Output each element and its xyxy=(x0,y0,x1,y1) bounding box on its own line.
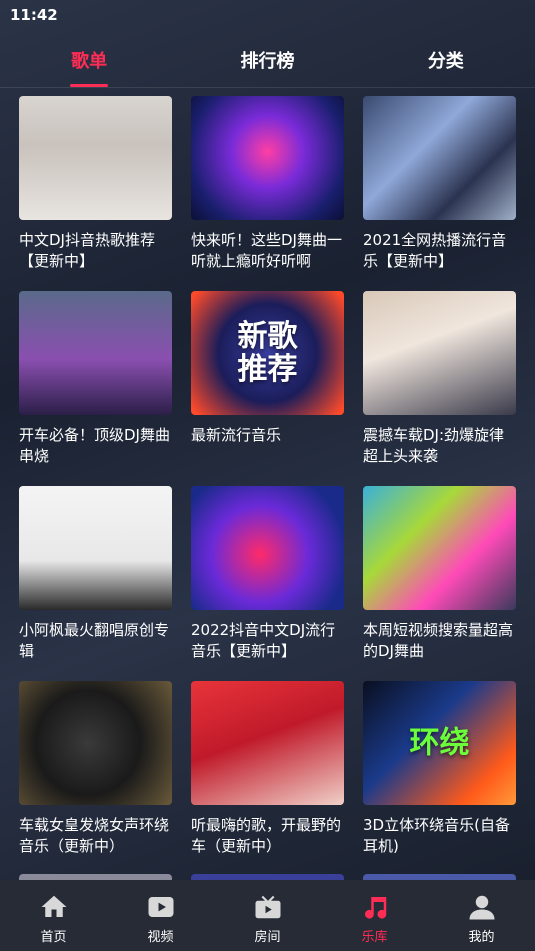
top-tabs: 歌单 排行榜 分类 xyxy=(0,36,535,88)
status-bar: 11:42 xyxy=(0,0,535,30)
playlist-card[interactable]: 震撼车载DJ:劲爆旋律超上头来袭 xyxy=(363,291,516,486)
playlist-cover[interactable] xyxy=(363,486,516,610)
cover-text: 环绕 xyxy=(409,725,470,761)
room-icon xyxy=(255,895,280,919)
playlist-title[interactable]: 最新流行音乐 xyxy=(191,425,344,469)
playlist-cover[interactable]: 新歌推荐 xyxy=(191,291,344,415)
playlist-card[interactable]: 新歌推荐 最新流行音乐 xyxy=(191,291,344,486)
tab-categories[interactable]: 分类 xyxy=(386,36,506,88)
playlist-card[interactable]: 本周短视频搜索量超高的DJ舞曲 xyxy=(363,486,516,681)
playlist-cover[interactable] xyxy=(19,291,172,415)
playlist-cover[interactable] xyxy=(363,96,516,220)
nav-label: 房间 xyxy=(254,930,281,945)
video-icon xyxy=(148,897,173,917)
playlist-title[interactable]: 开车必备！顶级DJ舞曲串烧 xyxy=(19,425,172,469)
music-note-icon xyxy=(364,897,386,919)
nav-label: 视频 xyxy=(147,930,174,945)
nav-home[interactable]: 首页 xyxy=(9,880,99,945)
playlist-card[interactable]: 听最嗨的歌，开最野的车（更新中） xyxy=(191,681,344,876)
playlist-card[interactable]: 快来听！这些DJ舞曲一听就上瘾听好听啊 xyxy=(191,96,344,291)
nav-room[interactable]: 房间 xyxy=(223,880,313,945)
playlist-title[interactable]: 震撼车载DJ:劲爆旋律超上头来袭 xyxy=(363,425,516,469)
nav-label: 乐库 xyxy=(361,930,388,945)
bottom-nav: 首页 视频 房间 乐库 我的 xyxy=(0,880,535,951)
playlist-cover[interactable] xyxy=(19,681,172,805)
playlist-grid: 中文DJ抖音热歌推荐【更新中】 快来听！这些DJ舞曲一听就上瘾听好听啊 2021… xyxy=(0,96,535,876)
playlist-cover[interactable] xyxy=(363,291,516,415)
user-icon xyxy=(469,895,494,920)
home-icon xyxy=(41,895,66,917)
playlist-title[interactable]: 小阿枫最火翻唱原创专辑 xyxy=(19,620,172,664)
playlist-cover[interactable] xyxy=(19,486,172,610)
status-time: 11:42 xyxy=(10,6,58,24)
nav-profile[interactable]: 我的 xyxy=(437,880,527,945)
playlist-title[interactable]: 2021全网热播流行音乐【更新中】 xyxy=(363,230,516,274)
playlist-card[interactable]: 2021全网热播流行音乐【更新中】 xyxy=(363,96,516,291)
playlist-card[interactable]: 开车必备！顶级DJ舞曲串烧 xyxy=(19,291,172,486)
playlist-card[interactable]: 车载女皇发烧女声环绕音乐（更新中） xyxy=(19,681,172,876)
cover-text: 新歌推荐 xyxy=(237,319,298,387)
playlist-title[interactable]: 听最嗨的歌，开最野的车（更新中） xyxy=(191,815,344,859)
playlist-title[interactable]: 2022抖音中文DJ流行音乐【更新中】 xyxy=(191,620,344,664)
nav-label: 首页 xyxy=(40,930,67,945)
playlist-cover[interactable] xyxy=(19,96,172,220)
playlist-title[interactable]: 中文DJ抖音热歌推荐【更新中】 xyxy=(19,230,172,274)
nav-video[interactable]: 视频 xyxy=(116,880,206,945)
playlist-title[interactable]: 快来听！这些DJ舞曲一听就上瘾听好听啊 xyxy=(191,230,344,274)
playlist-cover[interactable] xyxy=(191,96,344,220)
playlist-card[interactable]: 小阿枫最火翻唱原创专辑 xyxy=(19,486,172,681)
playlist-cover[interactable] xyxy=(191,486,344,610)
playlist-cover[interactable] xyxy=(191,681,344,805)
tab-charts[interactable]: 排行榜 xyxy=(207,36,327,88)
playlist-card[interactable]: 2022抖音中文DJ流行音乐【更新中】 xyxy=(191,486,344,681)
playlist-cover[interactable]: 环绕 xyxy=(363,681,516,805)
playlist-card[interactable]: 环绕 3D立体环绕音乐(自备耳机) xyxy=(363,681,516,876)
playlist-title[interactable]: 本周短视频搜索量超高的DJ舞曲 xyxy=(363,620,516,664)
playlist-card[interactable]: 中文DJ抖音热歌推荐【更新中】 xyxy=(19,96,172,291)
playlist-title[interactable]: 3D立体环绕音乐(自备耳机) xyxy=(363,815,516,859)
nav-library[interactable]: 乐库 xyxy=(330,880,420,945)
playlist-title[interactable]: 车载女皇发烧女声环绕音乐（更新中） xyxy=(19,815,172,859)
nav-label: 我的 xyxy=(468,930,495,945)
tab-playlists[interactable]: 歌单 xyxy=(29,36,149,88)
